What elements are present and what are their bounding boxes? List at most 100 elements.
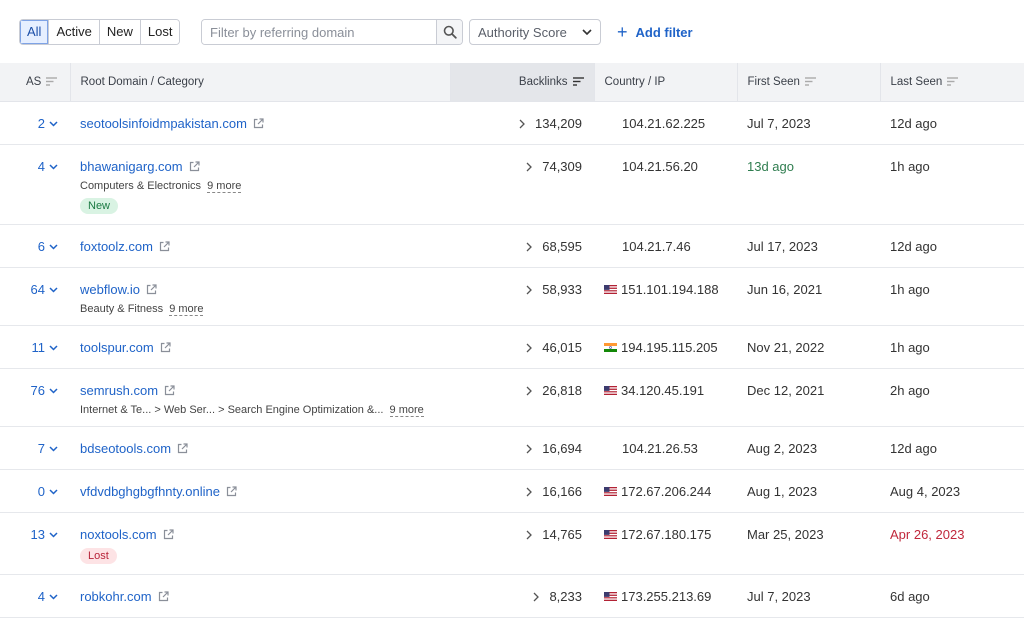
column-header-as[interactable]: AS — [0, 63, 71, 102]
last-seen-cell: 1h ago — [880, 267, 1024, 326]
external-link-icon[interactable] — [160, 341, 171, 353]
expand-arrow-icon[interactable] — [526, 444, 533, 454]
expand-arrow-icon[interactable] — [519, 119, 525, 129]
first-seen-cell: Jul 7, 2023 — [737, 101, 880, 145]
authority-score-cell[interactable]: 76 — [0, 368, 70, 427]
chevron-down-icon — [49, 244, 58, 250]
status-badge: Lost — [80, 547, 117, 564]
authority-score-cell[interactable]: 7 — [0, 426, 70, 470]
root-domain-link[interactable]: webflow.io — [80, 282, 140, 297]
more-categories-link[interactable]: 9 more — [389, 403, 424, 417]
category-text: Internet & Te... > Web Ser... > Search E… — [80, 403, 424, 417]
search-icon — [443, 25, 457, 39]
expand-arrow-icon[interactable] — [526, 343, 533, 353]
expand-arrow-icon[interactable] — [533, 592, 540, 602]
authority-score-cell[interactable]: 64 — [0, 267, 70, 326]
table-row: 11 toolspur.com 46,015 194.195.115.205 Nov 2… — [0, 325, 1024, 369]
us-flag-icon — [604, 385, 617, 395]
authority-score-label: Authority Score — [478, 24, 567, 40]
sort-icon — [46, 77, 58, 86]
expand-arrow-icon[interactable] — [526, 386, 533, 396]
backlinks-cell[interactable]: 58,933 — [450, 267, 594, 326]
segment-lost[interactable]: Lost — [140, 20, 180, 44]
segment-active[interactable]: Active — [49, 20, 100, 44]
backlinks-cell[interactable]: 46,015 — [450, 325, 594, 369]
root-domain-link[interactable]: foxtoolz.com — [80, 239, 153, 254]
add-filter-button[interactable]: + Add filter — [617, 19, 693, 45]
external-link-icon[interactable] — [253, 117, 264, 129]
root-domain-link[interactable]: bdseotools.com — [80, 441, 171, 456]
authority-score-cell[interactable]: 6 — [0, 224, 70, 268]
country-ip-cell: 104.21.62.225 — [594, 101, 737, 145]
segment-all[interactable]: All — [20, 20, 50, 44]
backlinks-cell[interactable]: 16,694 — [450, 426, 594, 470]
column-header-first-seen[interactable]: First Seen — [737, 63, 881, 102]
sort-icon — [804, 77, 816, 86]
authority-score-cell[interactable]: 0 — [0, 469, 70, 513]
external-link-icon[interactable] — [163, 528, 174, 540]
more-categories-link[interactable]: 9 more — [169, 302, 204, 316]
backlinks-cell[interactable]: 134,209 — [450, 101, 594, 145]
chevron-down-icon — [49, 287, 58, 293]
segment-new[interactable]: New — [99, 20, 141, 44]
root-domain-link[interactable]: toolspur.com — [80, 340, 154, 355]
backlinks-cell[interactable]: 74,309 — [450, 144, 594, 225]
table-row: 7 bdseotools.com 16,694 104.21.26.53 Aug 2, … — [0, 426, 1024, 470]
external-link-icon[interactable] — [158, 590, 169, 602]
country-ip-cell: 34.120.45.191 — [594, 368, 737, 427]
authority-score-cell[interactable]: 4 — [0, 144, 70, 225]
last-seen-cell: Aug 4, 2023 — [880, 469, 1024, 513]
expand-arrow-icon[interactable] — [526, 487, 533, 497]
first-seen-cell: Aug 1, 2023 — [737, 469, 880, 513]
add-filter-label: Add filter — [635, 24, 693, 40]
backlinks-cell[interactable]: 68,595 — [450, 224, 594, 268]
last-seen-cell: 12d ago — [880, 224, 1024, 268]
root-domain-link[interactable]: robkohr.com — [80, 589, 152, 604]
chevron-down-icon — [49, 121, 58, 127]
authority-score-cell[interactable]: 4 — [0, 574, 70, 618]
column-header-backlinks[interactable]: Backlinks — [450, 63, 595, 102]
column-header-last-seen[interactable]: Last Seen — [880, 63, 1024, 102]
authority-score-cell[interactable]: 2 — [0, 101, 70, 145]
external-link-icon[interactable] — [159, 240, 170, 252]
external-link-icon[interactable] — [177, 442, 188, 454]
domain-filter — [201, 19, 463, 45]
chevron-down-icon — [49, 594, 58, 600]
country-ip-cell: 151.101.194.188 — [594, 267, 737, 326]
authority-score-dropdown[interactable]: Authority Score — [469, 19, 601, 45]
root-domain-link[interactable]: vfdvdbghgbgfhnty.online — [80, 484, 220, 499]
expand-arrow-icon[interactable] — [526, 162, 533, 172]
backlinks-cell[interactable]: 16,166 — [450, 469, 594, 513]
root-domain-link[interactable]: semrush.com — [80, 383, 158, 398]
country-ip-cell: 172.67.206.244 — [594, 469, 737, 513]
external-link-icon[interactable] — [226, 485, 237, 497]
external-link-icon[interactable] — [146, 283, 157, 295]
expand-arrow-icon[interactable] — [526, 285, 533, 295]
backlinks-cell[interactable]: 26,818 — [450, 368, 594, 427]
authority-score-cell[interactable]: 11 — [0, 325, 70, 369]
us-flag-icon — [604, 529, 617, 539]
us-flag-icon — [604, 486, 617, 496]
country-ip-cell: 104.21.7.46 — [594, 224, 737, 268]
external-link-icon[interactable] — [189, 160, 200, 172]
chevron-down-icon — [49, 164, 58, 170]
external-link-icon[interactable] — [164, 384, 175, 396]
more-categories-link[interactable]: 9 more — [207, 179, 242, 193]
country-ip-cell: 173.255.213.69 — [594, 574, 737, 618]
root-domain-link[interactable]: seotoolsinfoidmpakistan.com — [80, 116, 247, 131]
domain-cell: vfdvdbghgbgfhnty.online — [70, 469, 450, 513]
expand-arrow-icon[interactable] — [526, 530, 533, 540]
root-domain-link[interactable]: bhawanigarg.com — [80, 159, 183, 174]
backlinks-cell[interactable]: 8,233 — [450, 574, 594, 618]
country-ip-cell: 172.67.180.175 — [594, 512, 737, 575]
search-button[interactable] — [436, 20, 462, 44]
country-ip-cell: 104.21.26.53 — [594, 426, 737, 470]
root-domain-link[interactable]: noxtools.com — [80, 527, 157, 542]
domain-filter-input[interactable] — [202, 20, 436, 44]
first-seen-cell: 13d ago — [737, 144, 880, 225]
authority-score-cell[interactable]: 13 — [0, 512, 70, 575]
table-row: 64 webflow.io Beauty & Fitness 9 more 58,93… — [0, 267, 1024, 326]
domain-cell: bhawanigarg.com Computers & Electronics 9… — [70, 144, 450, 225]
backlinks-cell[interactable]: 14,765 — [450, 512, 594, 575]
expand-arrow-icon[interactable] — [526, 242, 533, 252]
